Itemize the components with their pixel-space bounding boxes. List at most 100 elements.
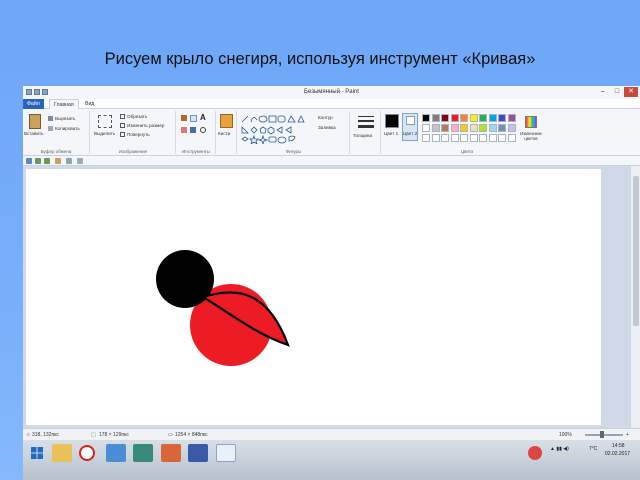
ie-icon[interactable] <box>106 444 126 462</box>
crop-icon <box>120 114 125 119</box>
undo-icon[interactable] <box>35 158 41 164</box>
fill-button[interactable]: Заливка <box>318 125 336 130</box>
tab-file[interactable]: Файл <box>23 99 44 109</box>
clock-date[interactable]: 02.02.2017 <box>605 451 630 457</box>
tools-label: Инструменты <box>181 149 211 154</box>
paint-taskbar-icon[interactable] <box>216 444 236 462</box>
tray-icons[interactable]: ▲ ▮▮ ◀) <box>550 446 569 452</box>
palette-swatch-empty[interactable] <box>469 134 478 142</box>
palette-swatch[interactable] <box>441 114 449 122</box>
tab-view[interactable]: Вид <box>81 99 98 109</box>
palette-swatch-empty[interactable] <box>460 134 468 142</box>
selection-size: 178 × 129пкс <box>99 432 129 438</box>
shapes-label: Фигуры <box>285 149 302 154</box>
cursor-position: 318, 132пкс <box>32 432 59 438</box>
customize-icon[interactable] <box>77 158 83 164</box>
ribbon: Вставить Вырезать Копировать Буфер обмен… <box>23 109 640 156</box>
palette-swatch[interactable] <box>507 114 516 122</box>
shapes-gallery[interactable] <box>240 114 310 144</box>
resize-button[interactable]: Изменить размер <box>127 123 164 128</box>
palette-swatch[interactable] <box>469 114 478 122</box>
word-icon[interactable] <box>188 444 208 462</box>
color1-swatch[interactable] <box>385 114 399 128</box>
zoom-slider-thumb[interactable] <box>600 431 604 438</box>
print-icon[interactable] <box>66 158 72 164</box>
edit-colors-button[interactable]: Изменение цветов <box>517 131 545 141</box>
palette-swatch[interactable] <box>450 114 459 122</box>
cut-icon <box>48 116 53 121</box>
edit-colors-icon[interactable] <box>525 116 537 128</box>
copy-button[interactable]: Копировать <box>55 126 80 131</box>
open-icon[interactable] <box>55 158 61 164</box>
magnifier-icon[interactable] <box>200 127 206 133</box>
palette-swatch[interactable] <box>479 114 487 122</box>
palette-swatch[interactable] <box>498 124 506 132</box>
rotate-button[interactable]: Повернуть <box>127 132 150 137</box>
yandex-icon[interactable] <box>79 445 95 461</box>
brush-icon[interactable] <box>220 114 233 128</box>
outline-button[interactable]: Контур <box>318 115 333 120</box>
palette-swatch[interactable] <box>460 124 468 132</box>
palette-swatch[interactable] <box>498 114 506 122</box>
palette-swatch-empty[interactable] <box>441 134 449 142</box>
palette-swatch[interactable] <box>507 124 516 132</box>
palette-swatch-empty[interactable] <box>479 134 487 142</box>
palette-swatch[interactable] <box>479 124 487 132</box>
palette-swatch-empty[interactable] <box>431 134 440 142</box>
minimize-button[interactable]: – <box>596 87 610 97</box>
crop-button[interactable]: Обрезать <box>127 114 147 119</box>
eraser-icon[interactable] <box>181 127 187 133</box>
powerpoint-icon[interactable] <box>161 444 181 462</box>
scrollbar-thumb[interactable] <box>633 176 639 326</box>
vertical-scrollbar[interactable] <box>630 166 640 428</box>
tab-home[interactable]: Главная <box>49 99 79 109</box>
workspace <box>23 166 640 428</box>
cut-button[interactable]: Вырезать <box>55 116 75 121</box>
drawing-canvas[interactable] <box>26 169 601 425</box>
pencil-icon[interactable] <box>181 115 187 121</box>
select-button[interactable]: Выделить <box>94 131 115 136</box>
group-brushes: Кисти <box>217 111 237 154</box>
redo-icon[interactable] <box>44 158 50 164</box>
palette-swatch[interactable] <box>441 124 449 132</box>
quick-access-toolbar <box>23 156 640 166</box>
explorer-icon[interactable] <box>52 444 72 462</box>
palette-swatch[interactable] <box>422 124 430 132</box>
palette-swatch[interactable] <box>431 124 440 132</box>
zoom-in-icon[interactable]: + <box>626 432 629 438</box>
palette-swatch-empty[interactable] <box>488 134 497 142</box>
palette-swatch[interactable] <box>450 124 459 132</box>
palette-swatch-empty[interactable] <box>422 134 430 142</box>
media-icon[interactable] <box>133 444 153 462</box>
palette-swatch[interactable] <box>488 124 497 132</box>
palette-swatch-empty[interactable] <box>507 134 516 142</box>
paste-button[interactable]: Вставить <box>24 131 43 136</box>
group-image: Выделить Обрезать Изменить размер Поверн… <box>91 111 176 154</box>
ribbon-tabs: Файл Главная Вид <box>23 99 640 109</box>
picker-icon[interactable] <box>190 127 196 133</box>
taskbar: ▲ ▮▮ ◀) 7°C 14:58 02.02.2017 <box>23 440 640 480</box>
palette-swatch[interactable] <box>422 114 430 122</box>
antivirus-icon[interactable] <box>528 446 542 460</box>
status-bar: ⊹ 318, 132пкс ⬚ 178 × 129пкс ▭ 1254 × 84… <box>23 428 640 440</box>
palette-swatch[interactable] <box>460 114 468 122</box>
size-line-2-icon <box>358 120 374 122</box>
start-button[interactable] <box>27 444 47 462</box>
text-icon[interactable]: A <box>200 113 206 122</box>
zoom-level: 100% <box>559 432 572 438</box>
maximize-button[interactable]: □ <box>610 87 624 97</box>
palette-swatch[interactable] <box>469 124 478 132</box>
clock-time[interactable]: 14:58 <box>612 443 625 449</box>
zoom-slider[interactable] <box>585 434 623 436</box>
close-button[interactable]: ✕ <box>624 87 638 97</box>
palette-swatch-empty[interactable] <box>498 134 506 142</box>
palette-swatch-empty[interactable] <box>450 134 459 142</box>
palette-swatch[interactable] <box>431 114 440 122</box>
brushes-button[interactable]: Кисти <box>218 131 230 136</box>
fill-icon[interactable] <box>190 115 197 122</box>
select-icon[interactable] <box>98 115 112 128</box>
palette-swatch[interactable] <box>488 114 497 122</box>
save-icon[interactable] <box>26 158 32 164</box>
size-button[interactable]: Толщина <box>353 133 372 138</box>
paste-icon[interactable] <box>29 114 41 129</box>
